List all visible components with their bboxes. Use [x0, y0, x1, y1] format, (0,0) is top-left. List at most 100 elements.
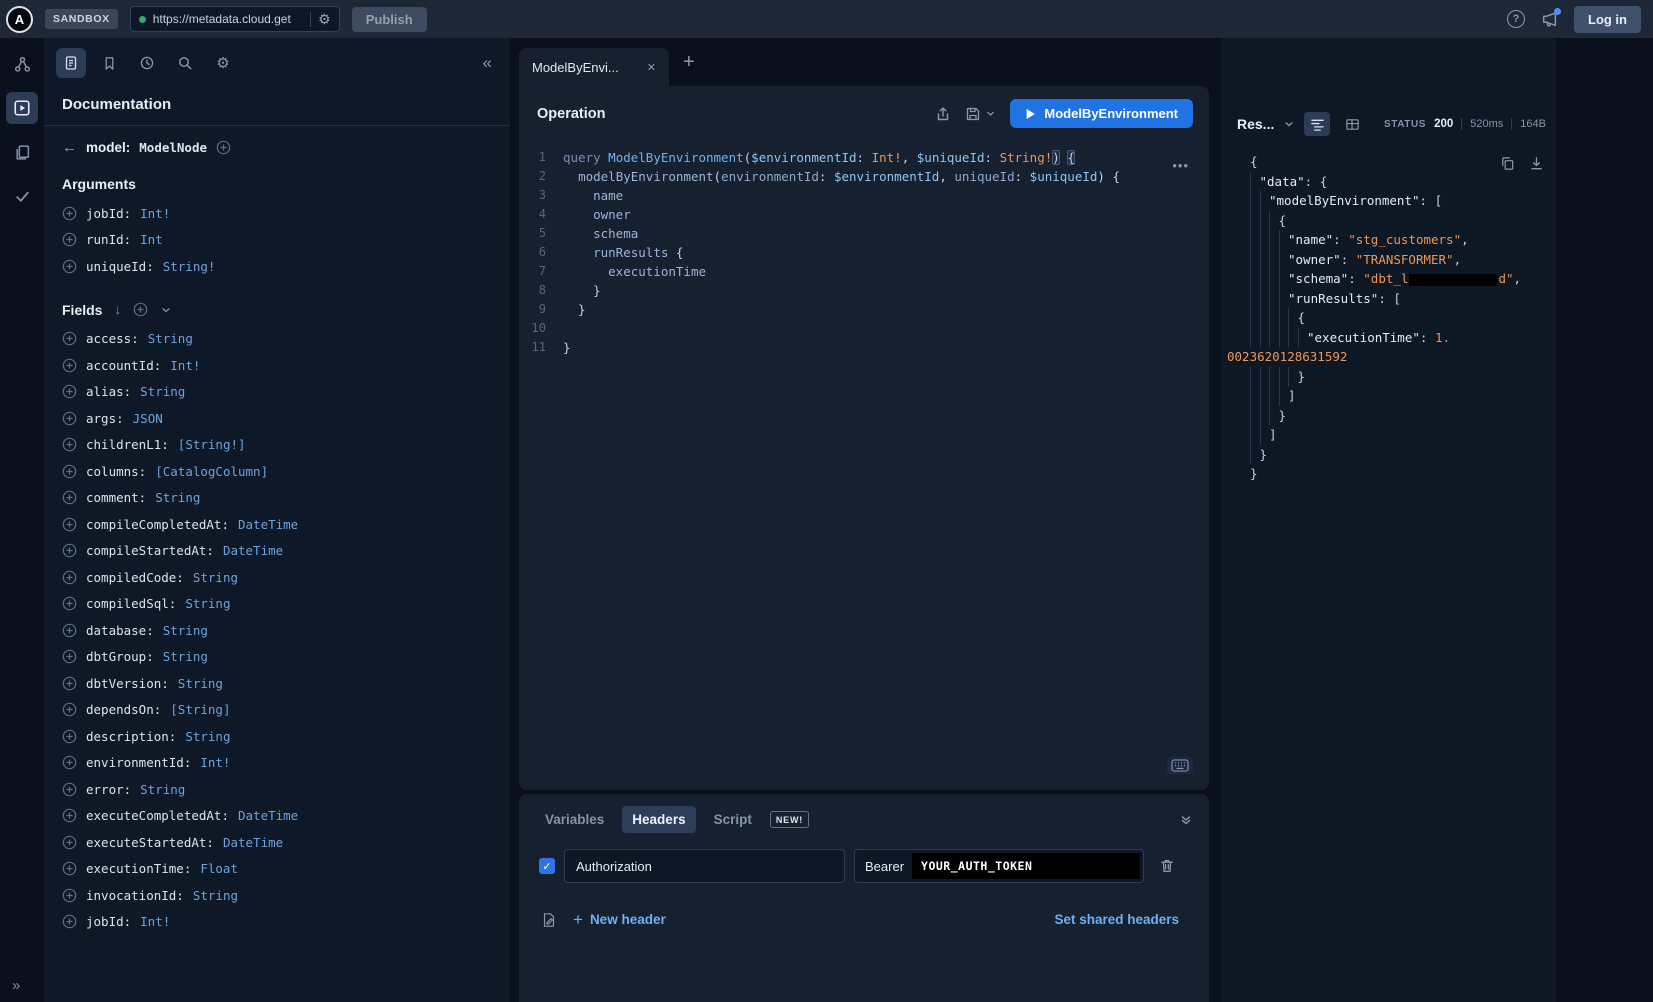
share-operation-icon[interactable]: [935, 106, 951, 122]
save-operation-icon[interactable]: [965, 106, 996, 122]
add-field-icon[interactable]: [62, 437, 77, 452]
help-icon[interactable]: ?: [1507, 10, 1525, 28]
doc-field-row[interactable]: alias:String: [44, 379, 510, 406]
add-field-icon[interactable]: [62, 835, 77, 850]
add-field-icon[interactable]: [62, 755, 77, 770]
doc-field-row[interactable]: comment:String: [44, 485, 510, 512]
close-tab-icon[interactable]: ✕: [647, 61, 656, 74]
login-button[interactable]: Log in: [1574, 6, 1641, 33]
copy-response-icon[interactable]: [1500, 156, 1515, 171]
add-field-icon[interactable]: [62, 782, 77, 797]
doc-field-row[interactable]: executeStartedAt:DateTime: [44, 829, 510, 856]
delete-header-icon[interactable]: [1159, 858, 1175, 874]
doc-field-row[interactable]: compileStartedAt:DateTime: [44, 538, 510, 565]
doc-field-row[interactable]: compiledCode:String: [44, 564, 510, 591]
settings-gear-icon[interactable]: ⚙: [208, 48, 238, 78]
doc-field-row[interactable]: runId:Int: [44, 227, 510, 254]
add-field-icon[interactable]: [62, 331, 77, 346]
add-field-icon[interactable]: [62, 914, 77, 929]
add-field-icon[interactable]: [62, 861, 77, 876]
operation-tab[interactable]: ModelByEnvi... ✕: [519, 48, 669, 86]
auth-token-value[interactable]: YOUR_AUTH_TOKEN: [912, 853, 1140, 879]
doc-field-row[interactable]: jobId:Int!: [44, 909, 510, 936]
explorer-icon[interactable]: [6, 92, 38, 124]
publish-button[interactable]: Publish: [352, 7, 427, 32]
tree-view-icon[interactable]: [1304, 112, 1330, 136]
doc-field-row[interactable]: description:String: [44, 723, 510, 750]
add-field-icon[interactable]: [62, 464, 77, 479]
doc-field-row[interactable]: compiledSql:String: [44, 591, 510, 618]
doc-field-row[interactable]: access:String: [44, 326, 510, 353]
doc-field-row[interactable]: columns:[CatalogColumn]: [44, 458, 510, 485]
checks-icon[interactable]: [6, 180, 38, 212]
history-icon[interactable]: [132, 48, 162, 78]
schema-graph-icon[interactable]: [6, 48, 38, 80]
fields-options-chevron-icon[interactable]: [160, 304, 172, 316]
doc-field-row[interactable]: error:String: [44, 776, 510, 803]
add-field-icon[interactable]: [62, 649, 77, 664]
add-field-icon[interactable]: [62, 623, 77, 638]
add-field-icon[interactable]: [62, 888, 77, 903]
keyboard-shortcuts-icon[interactable]: [1167, 757, 1193, 774]
add-field-icon[interactable]: [62, 206, 77, 221]
header-key-input[interactable]: Authorization: [564, 849, 845, 883]
new-header-button[interactable]: + New header: [573, 911, 666, 928]
graphql-code-editor[interactable]: 1query ModelByEnvironment($environmentId…: [519, 138, 1209, 357]
doc-field-row[interactable]: environmentId:Int!: [44, 750, 510, 777]
breadcrumb-type[interactable]: ModelNode: [139, 140, 207, 155]
doc-field-row[interactable]: accountId:Int!: [44, 352, 510, 379]
docs-icon[interactable]: [6, 136, 38, 168]
doc-field-row[interactable]: dependsOn:[String]: [44, 697, 510, 724]
collapse-panel-icon[interactable]: «: [483, 53, 492, 73]
endpoint-url[interactable]: https://metadata.cloud.get: [153, 12, 291, 26]
tab-script[interactable]: Script: [704, 806, 762, 833]
response-chevron-icon[interactable]: [1283, 118, 1295, 130]
back-arrow-icon[interactable]: ←: [62, 139, 77, 156]
add-all-fields-icon[interactable]: [133, 302, 148, 317]
add-type-icon[interactable]: [216, 140, 231, 155]
doc-field-row[interactable]: dbtVersion:String: [44, 670, 510, 697]
collapse-bottom-panel-icon[interactable]: [1179, 813, 1193, 827]
search-icon[interactable]: [170, 48, 200, 78]
announcements-icon[interactable]: [1541, 11, 1558, 28]
endpoint-url-bar[interactable]: https://metadata.cloud.get ⚙: [130, 6, 340, 32]
run-operation-button[interactable]: ModelByEnvironment: [1010, 99, 1193, 128]
add-field-icon[interactable]: [62, 384, 77, 399]
add-field-icon[interactable]: [62, 411, 77, 426]
add-field-icon[interactable]: [62, 729, 77, 744]
header-enabled-checkbox[interactable]: ✓: [539, 858, 555, 874]
expand-rail-icon[interactable]: »: [0, 977, 20, 994]
add-field-icon[interactable]: [62, 517, 77, 532]
documentation-tab-icon[interactable]: [56, 48, 86, 78]
add-field-icon[interactable]: [62, 543, 77, 558]
add-field-icon[interactable]: [62, 259, 77, 274]
doc-field-row[interactable]: jobId:Int!: [44, 200, 510, 227]
doc-field-row[interactable]: invocationId:String: [44, 882, 510, 909]
doc-field-row[interactable]: executionTime:Float: [44, 856, 510, 883]
tab-variables[interactable]: Variables: [535, 806, 614, 833]
doc-field-row[interactable]: uniqueId:String!: [44, 253, 510, 280]
doc-field-row[interactable]: childrenL1:[String!]: [44, 432, 510, 459]
doc-field-row[interactable]: args:JSON: [44, 405, 510, 432]
sort-fields-icon[interactable]: ↓: [114, 302, 121, 317]
operation-menu-icon[interactable]: •••: [1172, 158, 1189, 173]
tab-headers[interactable]: Headers: [622, 806, 695, 833]
edit-raw-headers-icon[interactable]: [541, 912, 557, 928]
download-response-icon[interactable]: [1529, 156, 1544, 171]
add-field-icon[interactable]: [62, 358, 77, 373]
set-shared-headers-link[interactable]: Set shared headers: [1054, 912, 1179, 927]
header-value-input[interactable]: Bearer YOUR_AUTH_TOKEN: [854, 849, 1144, 883]
saved-operations-bookmark-icon[interactable]: [94, 48, 124, 78]
connection-settings-gear-icon[interactable]: ⚙: [318, 12, 331, 26]
add-field-icon[interactable]: [62, 490, 77, 505]
add-field-icon[interactable]: [62, 232, 77, 247]
add-field-icon[interactable]: [62, 570, 77, 585]
doc-field-row[interactable]: compileCompletedAt:DateTime: [44, 511, 510, 538]
table-view-icon[interactable]: [1339, 112, 1365, 136]
add-field-icon[interactable]: [62, 808, 77, 823]
doc-field-row[interactable]: dbtGroup:String: [44, 644, 510, 671]
doc-field-row[interactable]: executeCompletedAt:DateTime: [44, 803, 510, 830]
add-field-icon[interactable]: [62, 702, 77, 717]
doc-field-row[interactable]: database:String: [44, 617, 510, 644]
add-field-icon[interactable]: [62, 676, 77, 691]
